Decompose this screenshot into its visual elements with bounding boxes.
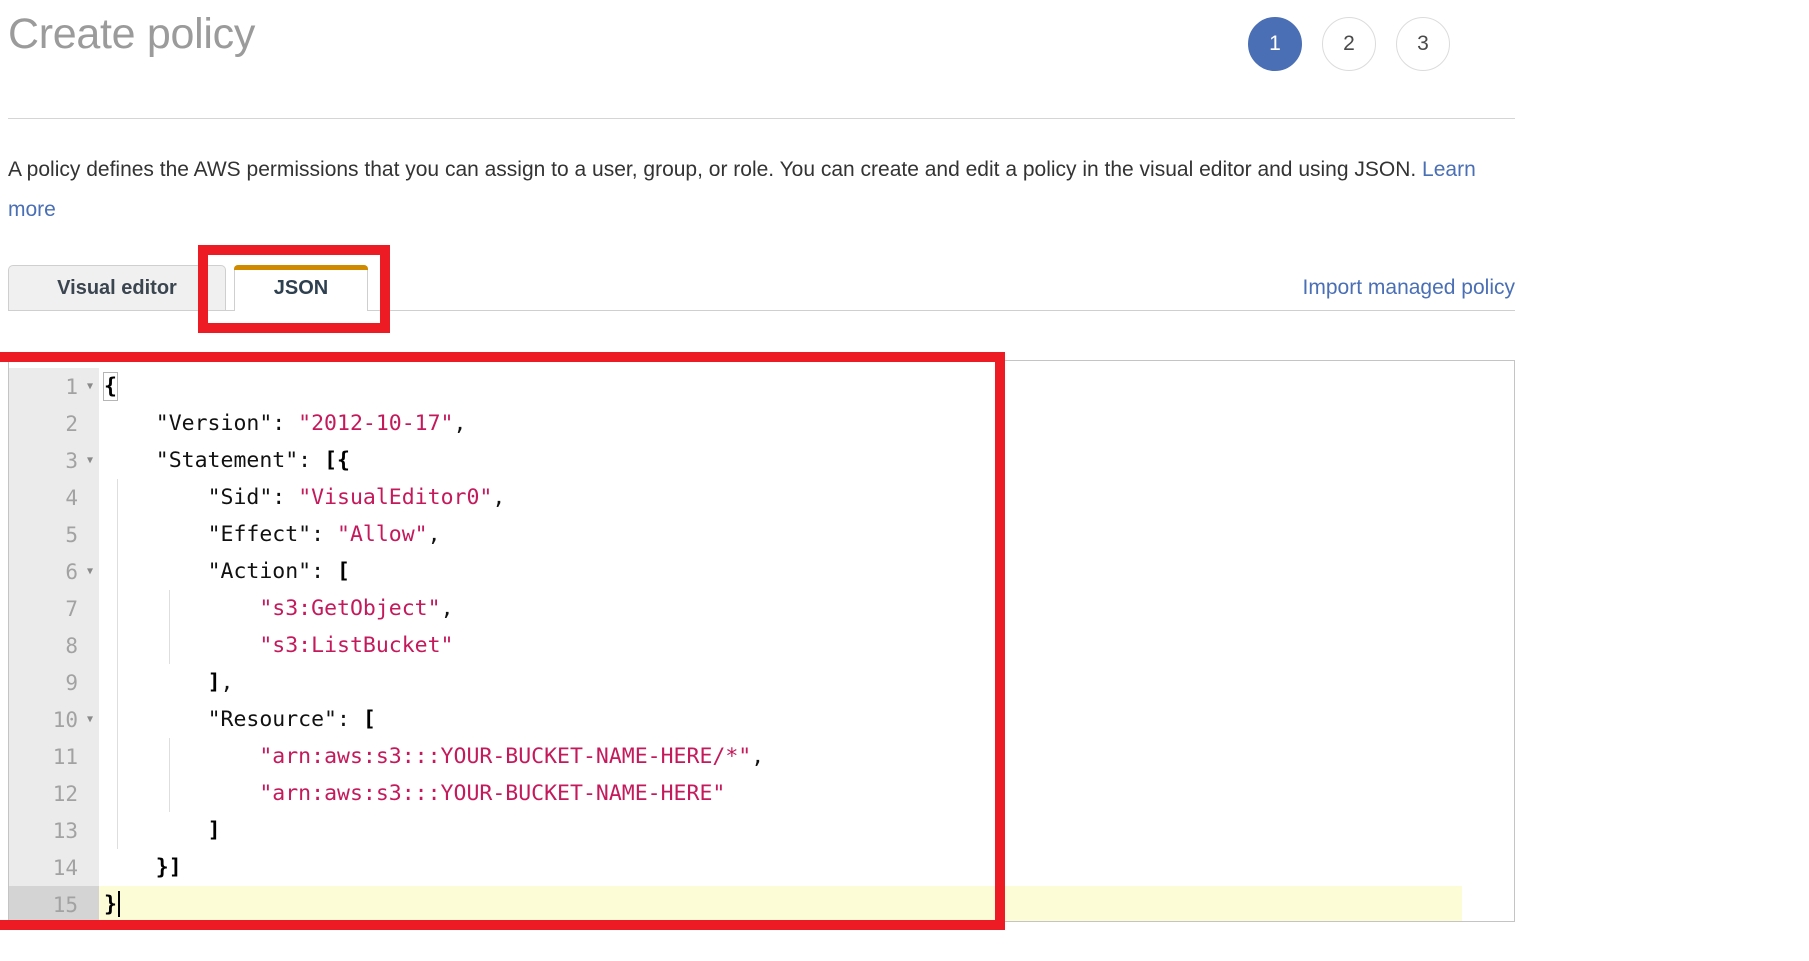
line-number-label: 14 xyxy=(52,855,78,880)
import-managed-policy-link[interactable]: Import managed policy xyxy=(1303,276,1515,300)
indent-guide xyxy=(117,516,118,553)
code-line-text: "Sid": "VisualEditor0", xyxy=(99,479,1514,516)
code-line[interactable]: 2 "Version": "2012-10-17", xyxy=(9,405,1514,442)
code-line-text: "s3:ListBucket" xyxy=(99,627,1514,664)
line-number-5: 5 xyxy=(9,516,99,553)
indent-guide xyxy=(117,479,118,516)
indent-guide xyxy=(169,627,170,664)
code-line-text: "Version": "2012-10-17", xyxy=(155,411,467,436)
fold-arrow-icon[interactable]: ▼ xyxy=(87,714,93,725)
code-line-text: { xyxy=(103,372,118,401)
text-cursor xyxy=(117,891,120,917)
code-line-text: ], xyxy=(99,664,1514,701)
code-line[interactable]: 14 }] xyxy=(9,849,1514,886)
line-number-8: 8 xyxy=(9,627,99,664)
line-number-label: 12 xyxy=(52,781,78,806)
tab-json[interactable]: JSON xyxy=(234,265,368,311)
code-line[interactable]: 5 "Effect": "Allow", xyxy=(9,516,1514,553)
line-number-label: 13 xyxy=(52,818,78,843)
code-line[interactable]: 10 ▼ "Resource": [ xyxy=(9,701,1514,738)
indent-guide xyxy=(169,590,170,627)
code-line-text: "arn:aws:s3:::YOUR-BUCKET-NAME-HERE/*", xyxy=(99,738,1514,775)
indent-guide xyxy=(169,738,170,775)
editor-mode-tabs: Visual editor JSON Import managed policy xyxy=(8,265,1515,311)
create-policy-page: Create policy 1 2 3 A policy defines the… xyxy=(0,0,1809,961)
code-line-text: "s3:GetObject", xyxy=(99,590,1514,627)
code-line[interactable]: 6 ▼ "Action": [ xyxy=(9,553,1514,590)
code-line[interactable]: 3 ▼ "Statement": [{ xyxy=(9,442,1514,479)
header-divider xyxy=(8,118,1515,119)
line-number-15: 15 xyxy=(9,886,99,921)
line-number-12: 12 xyxy=(9,775,99,812)
code-line[interactable]: 15} xyxy=(9,886,1514,921)
code-line[interactable]: 7 "s3:GetObject", xyxy=(9,590,1514,627)
step-3-label: 3 xyxy=(1417,32,1429,55)
step-indicator: 1 2 3 xyxy=(1248,17,1450,71)
line-number-14: 14 xyxy=(9,849,99,886)
line-number-label: 9 xyxy=(65,670,78,695)
fold-arrow-icon[interactable]: ▼ xyxy=(87,455,93,466)
indent-guide xyxy=(117,664,118,701)
step-2[interactable]: 2 xyxy=(1322,17,1376,71)
code-line-text: "Action": [ xyxy=(99,553,1514,590)
step-1-label: 1 xyxy=(1269,32,1281,55)
line-number-7: 7 xyxy=(9,590,99,627)
indent-guide xyxy=(117,775,118,812)
indent-guide xyxy=(169,775,170,812)
indent-guide xyxy=(117,738,118,775)
page-title: Create policy xyxy=(8,10,256,58)
line-number-label: 8 xyxy=(65,633,78,658)
indent-guide xyxy=(117,812,118,849)
code-line[interactable]: 13 ] xyxy=(9,812,1514,849)
line-number-2: 2 xyxy=(9,405,99,442)
line-number-4: 4 xyxy=(9,479,99,516)
indent-guide xyxy=(117,590,118,627)
step-1[interactable]: 1 xyxy=(1248,17,1302,71)
code-line-text: "Resource": [ xyxy=(99,701,1514,738)
policy-description: A policy defines the AWS permissions tha… xyxy=(8,150,1520,230)
code-line-text: "Effect": "Allow", xyxy=(99,516,1514,553)
line-number-10: 10 ▼ xyxy=(9,701,99,738)
fold-arrow-icon[interactable]: ▼ xyxy=(87,566,93,577)
line-number-label: 2 xyxy=(65,411,78,436)
line-number-6: 6 ▼ xyxy=(9,553,99,590)
line-number-9: 9 xyxy=(9,664,99,701)
tab-visual-editor-label: Visual editor xyxy=(57,276,177,299)
step-3[interactable]: 3 xyxy=(1396,17,1450,71)
line-number-label: 5 xyxy=(65,522,78,547)
line-number-13: 13 xyxy=(9,812,99,849)
line-number-1: 1 ▼ xyxy=(9,368,99,405)
line-number-3: 3 ▼ xyxy=(9,442,99,479)
line-number-11: 11 xyxy=(9,738,99,775)
code-line-text: "arn:aws:s3:::YOUR-BUCKET-NAME-HERE" xyxy=(99,775,1514,812)
indent-guide xyxy=(117,553,118,590)
code-line[interactable]: 1 ▼{ xyxy=(9,368,1514,405)
policy-description-text: A policy defines the AWS permissions tha… xyxy=(8,158,1423,181)
tab-json-label: JSON xyxy=(273,277,329,299)
code-line[interactable]: 11 "arn:aws:s3:::YOUR-BUCKET-NAME-HERE/*… xyxy=(9,738,1514,775)
fold-arrow-icon[interactable]: ▼ xyxy=(87,381,93,392)
json-policy-editor[interactable]: 1 ▼{2 "Version": "2012-10-17", 3 ▼ "Stateme… xyxy=(8,360,1515,922)
code-line[interactable]: 4 "Sid": "VisualEditor0", xyxy=(9,479,1514,516)
step-2-label: 2 xyxy=(1343,32,1355,55)
indent-guide xyxy=(117,701,118,738)
code-line[interactable]: 9 ], xyxy=(9,664,1514,701)
line-number-label: 4 xyxy=(65,485,78,510)
code-line-text: "Statement": [{ xyxy=(155,448,350,473)
tab-visual-editor[interactable]: Visual editor xyxy=(8,265,226,310)
line-number-label: 15 xyxy=(52,892,78,917)
code-lines[interactable]: 1 ▼{2 "Version": "2012-10-17", 3 ▼ "Stateme… xyxy=(9,361,1514,921)
code-line-text: ] xyxy=(99,812,1514,849)
line-number-label: 11 xyxy=(52,744,78,769)
code-line[interactable]: 12 "arn:aws:s3:::YOUR-BUCKET-NAME-HERE" xyxy=(9,775,1514,812)
line-number-label: 7 xyxy=(65,596,78,621)
code-line[interactable]: 8 "s3:ListBucket" xyxy=(9,627,1514,664)
code-line-text: }] xyxy=(155,855,182,880)
code-line-text: } xyxy=(99,886,1462,921)
indent-guide xyxy=(117,627,118,664)
